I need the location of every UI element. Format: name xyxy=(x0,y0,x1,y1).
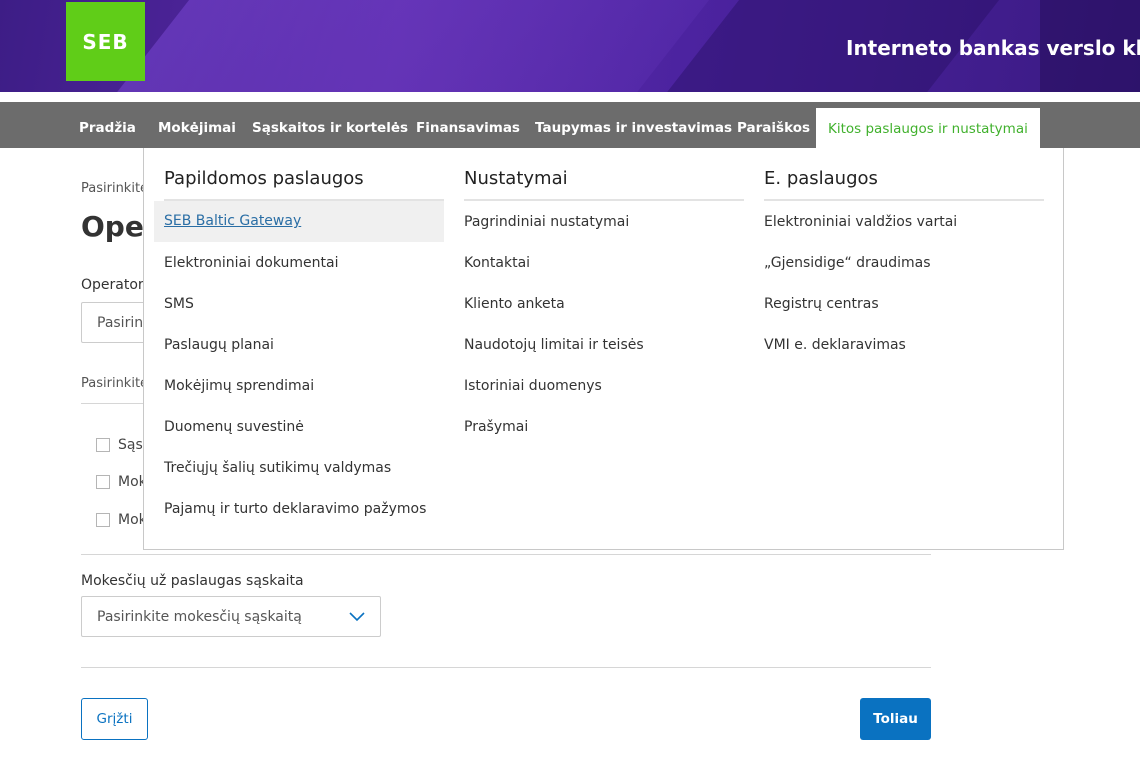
nav-item-taupymas[interactable]: Taupymas ir investavimas xyxy=(535,102,732,148)
menu-link[interactable]: Registrų centras xyxy=(764,296,879,316)
menu-link[interactable]: Pagrindiniai nustatymai xyxy=(464,214,629,234)
menu-link[interactable]: Kontaktai xyxy=(464,255,530,275)
divider xyxy=(764,199,1044,201)
checkbox-label: Sąs xyxy=(118,437,143,453)
menu-link[interactable]: Elektroniniai dokumentai xyxy=(164,255,339,275)
menu-link[interactable]: Naudotojų limitai ir teisės xyxy=(464,337,644,357)
fee-account-label: Mokesčių už paslaugas sąskaita xyxy=(81,573,304,589)
divider xyxy=(81,667,931,668)
checkbox[interactable] xyxy=(96,475,110,489)
nav-item-saskaitos[interactable]: Sąskaitos ir kortelės xyxy=(252,102,408,148)
menu-link[interactable]: Prašymai xyxy=(464,419,528,439)
main-nav: Pradžia Mokėjimai Sąskaitos ir kortelės … xyxy=(0,102,1140,150)
menu-link[interactable]: Mokėjimų sprendimai xyxy=(164,378,314,398)
menu-link[interactable]: SMS xyxy=(164,296,194,316)
menu-column-title: Papildomos paslaugos xyxy=(164,168,364,189)
menu-link[interactable]: Istoriniai duomenys xyxy=(464,378,602,398)
divider xyxy=(464,199,744,201)
menu-link[interactable]: VMI e. deklaravimas xyxy=(764,337,906,357)
back-button[interactable]: Grįžti xyxy=(81,698,148,740)
header-banner: SEB Interneto bankas verslo klie xyxy=(0,0,1140,92)
seb-logo[interactable]: SEB xyxy=(66,2,145,81)
services-label: Pasirinkite xyxy=(81,376,149,391)
breadcrumb[interactable]: Pasirinkite xyxy=(81,181,148,196)
menu-link[interactable]: Elektroniniai valdžios vartai xyxy=(764,214,957,234)
service-checkbox-row[interactable]: Mok xyxy=(96,512,147,528)
service-checkbox-row[interactable]: Mok xyxy=(96,474,147,490)
divider xyxy=(81,554,931,555)
banner-decoration xyxy=(95,0,725,92)
fee-account-placeholder: Pasirinkite mokesčių sąskaitą xyxy=(97,609,302,625)
nav-item-pradzia[interactable]: Pradžia xyxy=(79,102,136,148)
chevron-down-icon xyxy=(349,612,365,622)
operator-label: Operatori xyxy=(81,277,148,293)
nav-item-mokejimai[interactable]: Mokėjimai xyxy=(158,102,236,148)
checkbox[interactable] xyxy=(96,438,110,452)
bank-title: Interneto bankas verslo klie xyxy=(846,36,1140,60)
nav-item-kitos-paslaugos[interactable]: Kitos paslaugos ir nustatymai xyxy=(816,108,1040,150)
menu-link[interactable]: Paslaugų planai xyxy=(164,337,274,357)
service-checkbox-row[interactable]: Sąs xyxy=(96,437,143,453)
next-button[interactable]: Toliau xyxy=(860,698,931,740)
fee-account-select[interactable]: Pasirinkite mokesčių sąskaitą xyxy=(81,596,381,637)
menu-link[interactable]: Kliento anketa xyxy=(464,296,565,316)
nav-item-paraiskos[interactable]: Paraiškos xyxy=(737,102,810,148)
menu-link[interactable]: Pajamų ir turto deklaravimo pažymos xyxy=(164,501,426,521)
menu-link-seb-baltic-gateway[interactable]: SEB Baltic Gateway xyxy=(154,201,444,242)
checkbox[interactable] xyxy=(96,513,110,527)
menu-link[interactable]: „Gjensidige“ draudimas xyxy=(764,255,931,275)
mega-menu-dropdown: Papildomos paslaugos SEB Baltic Gateway … xyxy=(143,148,1064,550)
menu-column-title: E. paslaugos xyxy=(764,168,878,189)
nav-item-finansavimas[interactable]: Finansavimas xyxy=(416,102,520,148)
menu-link[interactable]: Trečiųjų šalių sutikimų valdymas xyxy=(164,460,391,480)
menu-link[interactable]: Duomenų suvestinė xyxy=(164,419,304,439)
menu-column-title: Nustatymai xyxy=(464,168,568,189)
